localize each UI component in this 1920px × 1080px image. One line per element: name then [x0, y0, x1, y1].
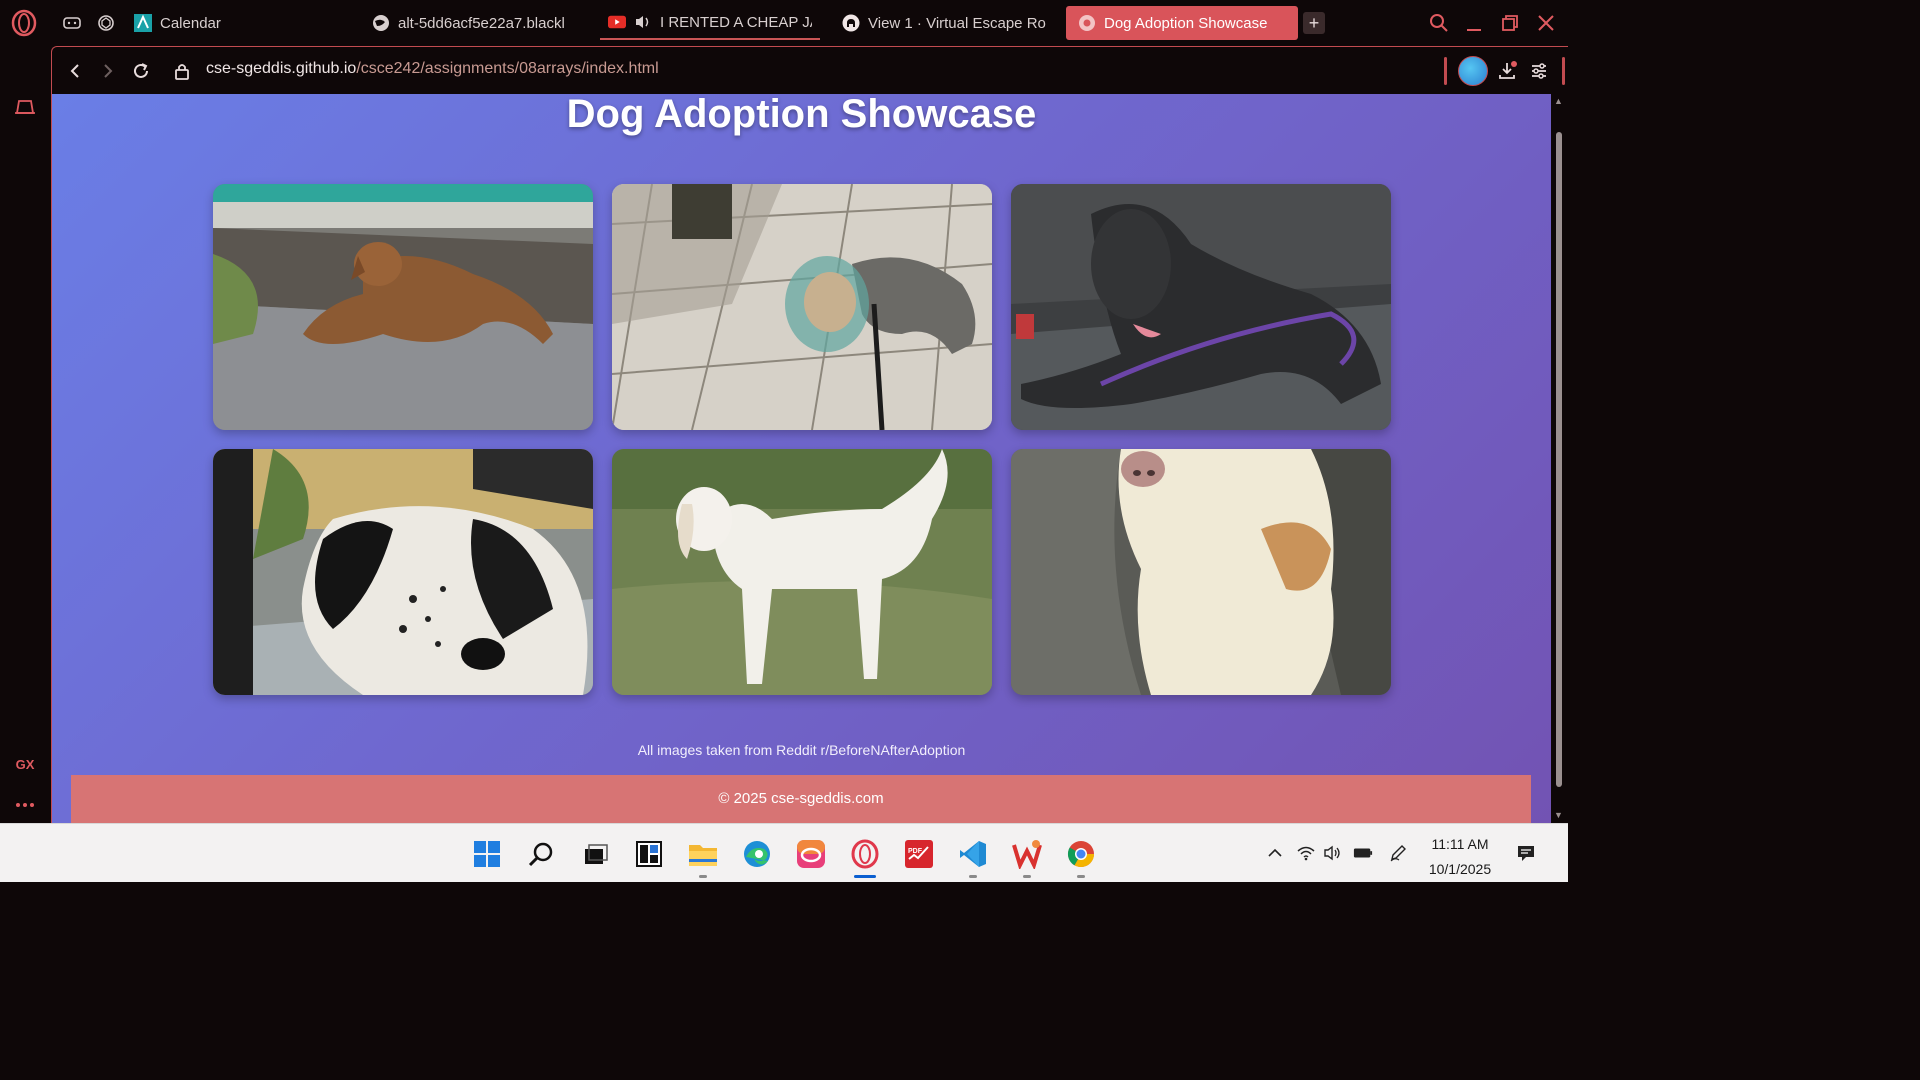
tab-label: I RENTED A CHEAP JA: [660, 13, 812, 31]
notification-icon[interactable]: [1516, 843, 1536, 863]
dog-image-card[interactable]: [213, 449, 593, 695]
github-icon: [842, 14, 860, 32]
windows-taskbar: PDF 11:11 AM 10/1/2025: [0, 823, 1568, 882]
dog-photo: [213, 184, 593, 430]
url-field[interactable]: cse-sgeddis.github.io/csce242/assignment…: [206, 60, 659, 78]
opera-tab-icon: [1078, 14, 1096, 32]
reload-icon[interactable]: [129, 59, 153, 83]
battery-icon[interactable]: [1353, 843, 1373, 863]
tab-strip: Calendar alt-5dd6acf5e22a7.blackl I RENT…: [0, 0, 1568, 46]
opera-gx-icon[interactable]: [848, 837, 882, 878]
globe-icon: [372, 14, 390, 32]
footer-copyright: © 2025 cse-sgeddis.com: [718, 790, 884, 807]
dog-gallery: [213, 184, 1391, 695]
chrome-icon[interactable]: [1064, 837, 1098, 878]
close-window-icon[interactable]: [1533, 10, 1559, 36]
clock-date: 10/1/2025: [1428, 861, 1492, 877]
more-options-icon[interactable]: [12, 792, 38, 818]
scroll-down-icon[interactable]: ▼: [1554, 810, 1563, 820]
page-scrollbar[interactable]: ▲ ▼: [1551, 94, 1568, 823]
opera-gx-menu-icon[interactable]: [10, 9, 38, 37]
calendar-app-icon: [134, 14, 152, 32]
running-indicator: [969, 875, 977, 878]
sidebar: GX: [0, 46, 51, 823]
toolbar-divider: [1562, 57, 1565, 85]
wifi-icon[interactable]: [1296, 843, 1316, 863]
vscode-icon[interactable]: [956, 837, 990, 878]
chevron-up-icon[interactable]: [1265, 843, 1285, 863]
game-console-icon[interactable]: [12, 94, 38, 120]
running-indicator: [1023, 875, 1031, 878]
address-bar: cse-sgeddis.github.io/csce242/assignment…: [51, 46, 1568, 94]
pdf-icon[interactable]: PDF: [902, 837, 936, 871]
search-icon[interactable]: [524, 837, 558, 871]
scrollbar-thumb[interactable]: [1556, 132, 1562, 787]
chatgpt-icon[interactable]: [96, 13, 116, 33]
task-view-icon[interactable]: [578, 837, 612, 871]
dog-image-card[interactable]: [213, 184, 593, 430]
start-icon[interactable]: [470, 837, 504, 871]
tab-github[interactable]: View 1 · Virtual Escape Ro: [834, 6, 1054, 40]
pen-icon[interactable]: [1388, 843, 1408, 863]
dog-image-card[interactable]: [1011, 184, 1391, 430]
gx-corner-button[interactable]: GX: [12, 751, 38, 777]
url-host: cse-sgeddis.github.io: [206, 60, 357, 77]
dog-photo: [213, 449, 593, 695]
search-tabs-icon[interactable]: [1426, 10, 1452, 36]
widgets-icon[interactable]: [632, 837, 666, 871]
dog-photo: [612, 449, 992, 695]
dog-image-card[interactable]: [612, 184, 992, 430]
easy-setup-icon[interactable]: [1527, 59, 1551, 83]
tab-label: alt-5dd6acf5e22a7.blackl: [398, 14, 565, 32]
edge-icon[interactable]: [740, 837, 774, 871]
clock-time: 11:11 AM: [1431, 836, 1489, 852]
creative-cloud-icon[interactable]: [794, 837, 828, 871]
scroll-up-icon[interactable]: ▲: [1554, 96, 1563, 106]
tab-label: Dog Adoption Showcase: [1104, 14, 1268, 32]
toolbar-divider: [1444, 57, 1447, 85]
restore-icon[interactable]: [1497, 10, 1523, 36]
tab-dog-adoption[interactable]: Dog Adoption Showcase: [1066, 6, 1298, 40]
dog-photo: [612, 184, 992, 430]
taskbar-clock[interactable]: 11:11 AM 10/1/2025: [1420, 832, 1500, 882]
volume-icon[interactable]: [1323, 843, 1343, 863]
url-path: /csce242/assignments/08arrays/index.html: [356, 60, 659, 77]
dog-photo: [1011, 449, 1391, 695]
dog-photo: [1011, 184, 1391, 430]
file-explorer-icon[interactable]: [686, 837, 720, 878]
lock-icon[interactable]: [170, 59, 194, 83]
dog-image-card[interactable]: [1011, 449, 1391, 695]
active-indicator: [854, 875, 876, 878]
back-icon[interactable]: [63, 59, 87, 83]
tab-label: View 1 · Virtual Escape Ro: [868, 14, 1046, 32]
page-viewport: Dog Adoption Showcase All images taken f…: [51, 94, 1551, 823]
dog-image-card[interactable]: [612, 449, 992, 695]
running-indicator: [1077, 875, 1085, 878]
youtube-icon: [608, 13, 626, 31]
tab-label: Calendar: [160, 14, 221, 32]
running-indicator: [699, 875, 707, 878]
new-tab-button[interactable]: +: [1303, 12, 1325, 34]
tab-blackl[interactable]: alt-5dd6acf5e22a7.blackl: [364, 6, 584, 40]
minimize-icon[interactable]: [1461, 10, 1487, 36]
gamepad-icon[interactable]: [62, 13, 82, 33]
tab-youtube[interactable]: I RENTED A CHEAP JA: [600, 6, 820, 40]
wps-icon[interactable]: [1010, 837, 1044, 878]
svg-text:PDF: PDF: [908, 848, 923, 855]
profile-avatar[interactable]: [1458, 56, 1488, 86]
page-title: Dog Adoption Showcase: [566, 94, 1037, 136]
speaker-icon[interactable]: [634, 13, 652, 31]
tab-calendar[interactable]: Calendar: [126, 6, 236, 40]
page-footer: © 2025 cse-sgeddis.com: [71, 775, 1531, 823]
forward-icon[interactable]: [96, 59, 120, 83]
download-icon[interactable]: [1495, 59, 1519, 83]
image-credit: All images taken from Reddit r/BeforeNAf…: [637, 742, 966, 758]
